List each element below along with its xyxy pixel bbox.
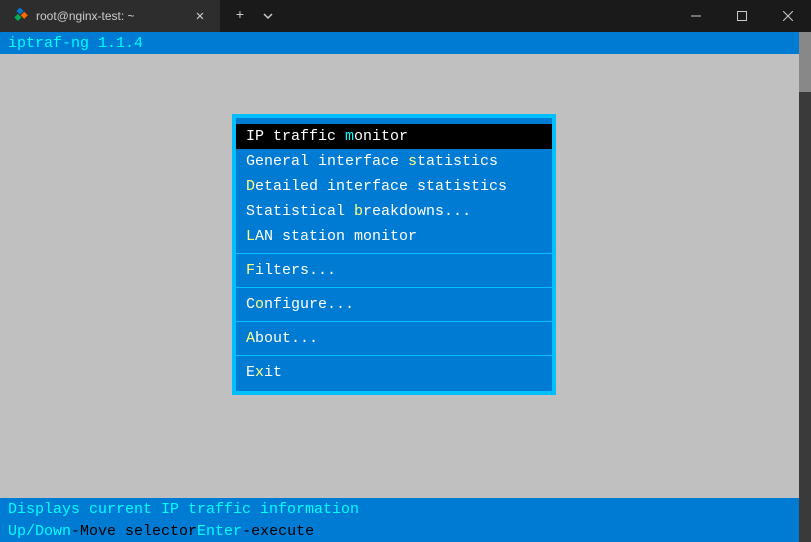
menu-item-hotkey: s	[408, 153, 417, 170]
menu-divider	[236, 253, 552, 254]
menu-item-hotkey: b	[354, 203, 363, 220]
menu-divider	[236, 321, 552, 322]
tab-dropdown-button[interactable]	[256, 4, 280, 28]
menu-item-post: AN station monitor	[255, 228, 417, 245]
menu-item[interactable]: LAN station monitor	[236, 224, 552, 249]
hint-bar: Up/Down-Move selector Enter-execute	[0, 520, 811, 542]
menu-item-hotkey: F	[246, 262, 255, 279]
menu-item-post: etailed interface statistics	[255, 178, 507, 195]
tab-title: root@nginx-test: ~	[36, 9, 184, 23]
menu-item-hotkey: A	[246, 330, 255, 347]
new-tab-button[interactable]: +	[228, 4, 252, 28]
menu-item-post: ilters...	[255, 262, 336, 279]
menu-divider	[236, 355, 552, 356]
status-description: Displays current IP traffic information	[8, 501, 359, 518]
titlebar: root@nginx-test: ~ ✕ +	[0, 0, 811, 32]
hint-label-execute: -execute	[242, 523, 314, 540]
minimize-button[interactable]	[673, 0, 719, 32]
tab-controls: +	[228, 4, 280, 28]
hint-label-move: -Move selector	[71, 523, 197, 540]
menu-item-hotkey: m	[345, 128, 354, 145]
menu-item[interactable]: Exit	[236, 360, 552, 385]
menu-item[interactable]: Detailed interface statistics	[236, 174, 552, 199]
menu-item-post: it	[264, 364, 282, 381]
app-title-bar: iptraf-ng 1.1.4	[0, 32, 811, 54]
menu-item-post: tatistics	[417, 153, 498, 170]
main-menu: IP traffic monitorGeneral interface stat…	[232, 114, 556, 395]
menu-item-pre: Statistical	[246, 203, 354, 220]
menu-item-post: reakdowns...	[363, 203, 471, 220]
menu-item[interactable]: About...	[236, 326, 552, 351]
menu-item-hotkey: o	[255, 296, 264, 313]
menu-item[interactable]: Configure...	[236, 292, 552, 317]
menu-divider	[236, 287, 552, 288]
close-window-button[interactable]	[765, 0, 811, 32]
menu-item-hotkey: x	[255, 364, 264, 381]
menu-item-pre: C	[246, 296, 255, 313]
menu-item[interactable]: General interface statistics	[236, 149, 552, 174]
maximize-button[interactable]	[719, 0, 765, 32]
menu-item-pre: General interface	[246, 153, 408, 170]
menu-item-pre: IP traffic	[246, 128, 345, 145]
menu-item-pre: E	[246, 364, 255, 381]
menu-item[interactable]: IP traffic monitor	[236, 124, 552, 149]
terminal-icon	[12, 8, 28, 24]
scrollbar[interactable]	[799, 32, 811, 542]
menu-item-post: onitor	[354, 128, 408, 145]
terminal-area: iptraf-ng 1.1.4 IP traffic monitorGenera…	[0, 32, 811, 542]
content-area: IP traffic monitorGeneral interface stat…	[0, 54, 811, 498]
menu-item[interactable]: Filters...	[236, 258, 552, 283]
terminal-tab[interactable]: root@nginx-test: ~ ✕	[0, 0, 220, 32]
scrollbar-thumb[interactable]	[799, 32, 811, 92]
menu-item-post: bout...	[255, 330, 318, 347]
app-title: iptraf-ng 1.1.4	[8, 35, 143, 52]
menu-item-hotkey: L	[246, 228, 255, 245]
hint-key-updown: Up/Down	[8, 523, 71, 540]
menu-item-post: nfigure...	[264, 296, 354, 313]
status-bar: Displays current IP traffic information	[0, 498, 811, 520]
window-controls	[673, 0, 811, 32]
hint-key-enter: Enter	[197, 523, 242, 540]
close-icon[interactable]: ✕	[192, 8, 208, 24]
menu-item-hotkey: D	[246, 178, 255, 195]
menu-item[interactable]: Statistical breakdowns...	[236, 199, 552, 224]
